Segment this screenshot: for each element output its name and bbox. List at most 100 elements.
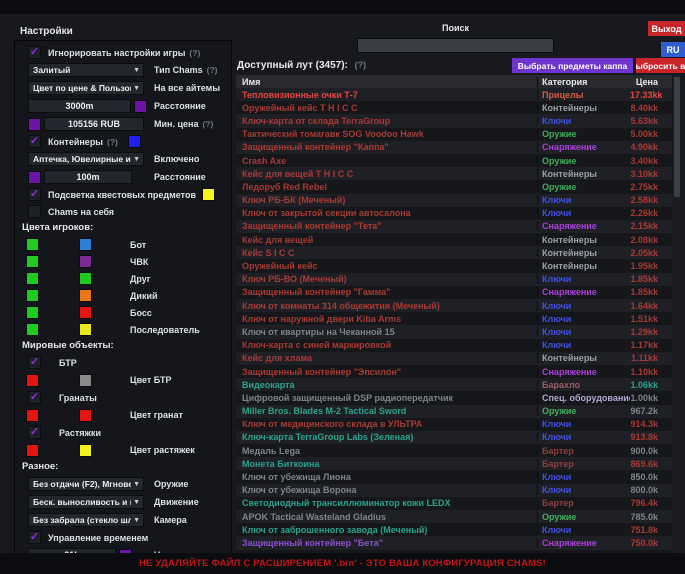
table-row[interactable]: Miller Bros. Blades M-2 Tactical SwordОр… xyxy=(236,405,672,418)
table-row[interactable]: Ключ от квартиры на Чеканной 15Ключи1.29… xyxy=(236,325,672,338)
chams-type-dropdown[interactable]: Залитый ▼ xyxy=(28,63,144,77)
player-type-color-swatch[interactable] xyxy=(79,272,92,285)
weapon-dropdown[interactable]: Без отдачи (F2), Мгновенное п ▼ xyxy=(28,477,144,491)
scrollbar[interactable] xyxy=(673,75,681,554)
btr-checkbox[interactable]: ✓ xyxy=(28,356,41,369)
player-visible-color-swatch[interactable] xyxy=(26,272,39,285)
player-visible-color-swatch[interactable] xyxy=(26,306,39,319)
grenades-color-swatch-2[interactable] xyxy=(79,409,92,422)
table-row[interactable]: Ключ-карта TerraGroup Labs (Зеленая)Ключ… xyxy=(236,431,672,444)
table-row[interactable]: Crash AxeОружие3.40kk xyxy=(236,154,672,167)
select-kappa-items-button[interactable]: Выбрать предметы каппа xyxy=(512,58,633,73)
containers-distance-color-swatch[interactable] xyxy=(28,171,41,184)
table-row[interactable]: Защищенный контейнер "Тета"Снаряжение2.1… xyxy=(236,220,672,233)
table-row[interactable]: Кейс для вещей T H I C CКонтейнеры3.10kk xyxy=(236,167,672,180)
tripwires-color-swatch-1[interactable] xyxy=(26,444,39,457)
player-type-color-swatch[interactable] xyxy=(79,306,92,319)
table-row[interactable]: APOK Tactical Wasteland GladiusОружие785… xyxy=(236,510,672,523)
player-visible-color-swatch[interactable] xyxy=(26,238,39,251)
containers-filter-dropdown[interactable]: Аптечка, Ювелирные и... ▼ xyxy=(28,152,144,166)
table-row[interactable]: Ключ от комнаты 314 общежития (Меченый)К… xyxy=(236,299,672,312)
player-visible-color-swatch[interactable] xyxy=(26,289,39,302)
min-price-color-swatch[interactable] xyxy=(28,118,41,131)
btr-color-swatch-2[interactable] xyxy=(79,374,92,387)
item-category: Бартер xyxy=(537,446,630,456)
table-row[interactable]: Тактический томагавк SOG Voodoo HawkОруж… xyxy=(236,128,672,141)
player-type-color-swatch[interactable] xyxy=(79,323,92,336)
table-row[interactable]: Защищенный контейнер "Гамма"Снаряжение1.… xyxy=(236,286,672,299)
min-price-input[interactable]: 105156 RUB xyxy=(44,117,144,131)
chams-self-checkbox[interactable]: ✓ xyxy=(28,205,41,218)
containers-color-swatch[interactable] xyxy=(128,135,141,148)
table-row[interactable]: Оружейный кейсКонтейнеры1.95kk xyxy=(236,259,672,272)
item-category: Барахло xyxy=(537,380,630,390)
table-row[interactable]: Ключ от медицинского склада в УЛЬТРАКлюч… xyxy=(236,418,672,431)
language-button[interactable]: RU xyxy=(661,42,685,57)
player-type-color-swatch[interactable] xyxy=(79,289,92,302)
camera-dropdown[interactable]: Без забрала (стекло шлема) ▼ xyxy=(28,513,144,527)
item-price: 1.10kk xyxy=(630,367,672,377)
table-row[interactable]: Ключ от убежища ЛионаКлючи850.0k xyxy=(236,470,672,483)
item-price: 3.40kk xyxy=(630,156,672,166)
column-header-name[interactable]: Имя xyxy=(236,77,537,87)
player-visible-color-swatch[interactable] xyxy=(26,255,39,268)
table-row[interactable]: Защищенный контейнер "Бета"Снаряжение750… xyxy=(236,536,672,549)
chevron-down-icon: ▼ xyxy=(133,517,140,524)
table-row[interactable]: Ключ РБ-ВО (Меченый)Ключи1.85kk xyxy=(236,273,672,286)
quest-highlight-checkbox[interactable]: ✓ xyxy=(28,188,41,201)
containers-checkbox[interactable]: ✓ xyxy=(28,135,41,148)
table-row[interactable]: Защищенный контейнер "Каппа"Снаряжение4.… xyxy=(236,141,672,154)
table-row[interactable]: Кейс для вещейКонтейнеры2.08kk xyxy=(236,233,672,246)
grenades-color-swatch-1[interactable] xyxy=(26,409,39,422)
player-visible-color-swatch[interactable] xyxy=(26,323,39,336)
table-row[interactable]: Медаль LegaБартер900.0k xyxy=(236,444,672,457)
table-row[interactable]: Кейс S I C CКонтейнеры2.05kk xyxy=(236,246,672,259)
table-row[interactable]: Ключ от наружной двери Kiba ArmsКлючи1.5… xyxy=(236,312,672,325)
containers-filter-label: Включено xyxy=(154,154,199,164)
column-header-category[interactable]: Категория xyxy=(537,77,630,87)
distance-input[interactable]: 3000m xyxy=(28,99,131,113)
item-category: Ключи xyxy=(537,327,630,337)
table-row[interactable]: Кейс для хламаКонтейнеры1.11kk xyxy=(236,352,672,365)
table-row[interactable]: Монета БиткоинаБартер869.6k xyxy=(236,457,672,470)
table-row[interactable]: Ледоруб Red RebelОружие2.75kk xyxy=(236,180,672,193)
scrollbar-thumb[interactable] xyxy=(674,77,680,197)
table-row[interactable]: Ключ от закрытой секции автосалонаКлючи2… xyxy=(236,207,672,220)
item-price: 4.90kk xyxy=(630,142,672,152)
btr-color-swatch-1[interactable] xyxy=(26,374,39,387)
search-input[interactable] xyxy=(357,38,554,53)
table-row[interactable]: Тепловизионные очки Т-7Прицелы17.33kk xyxy=(236,88,672,101)
exit-button[interactable]: Выход xyxy=(648,21,685,36)
item-name: Ледоруб Red Rebel xyxy=(236,182,537,192)
column-header-price[interactable]: Цена xyxy=(630,77,672,87)
item-price: 2.08kk xyxy=(630,235,672,245)
item-category: Ключи xyxy=(537,485,630,495)
table-row[interactable]: Ключ от заброшенного завода (Меченый)Клю… xyxy=(236,523,672,536)
quest-highlight-color-swatch[interactable] xyxy=(202,188,215,201)
drop-all-button[interactable]: Выбросить все xyxy=(636,58,685,73)
time-control-checkbox[interactable]: ✓ xyxy=(28,531,41,544)
table-row[interactable]: Светодиодный трансиллюминатор кожи LEDXБ… xyxy=(236,497,672,510)
table-row[interactable]: Оружейный кейс T H I C CКонтейнеры8.40kk xyxy=(236,101,672,114)
table-row[interactable]: ВидеокартаБарахло1.06kk xyxy=(236,378,672,391)
all-items-dropdown[interactable]: Цвет по цене & Пользователь ▼ xyxy=(28,81,144,95)
ignore-game-settings-checkbox[interactable]: ✓ xyxy=(28,46,41,59)
grenades-checkbox[interactable]: ✓ xyxy=(28,391,41,404)
movement-dropdown[interactable]: Беск. выносливость и нет уста ▼ xyxy=(28,495,144,509)
item-category: Контейнеры xyxy=(537,353,630,363)
item-price: 750.0k xyxy=(630,538,672,548)
table-row[interactable]: Ключ-карта с синей маркировкойКлючи1.17k… xyxy=(236,339,672,352)
table-row[interactable]: Защищенный контейнер "Эпсилон"Снаряжение… xyxy=(236,365,672,378)
containers-distance-input[interactable]: 100m xyxy=(44,170,132,184)
table-row[interactable]: Цифровой защищенный DSP радиопередатчикС… xyxy=(236,391,672,404)
player-type-color-swatch[interactable] xyxy=(79,255,92,268)
distance-color-swatch[interactable] xyxy=(134,100,147,113)
weapon-label: Оружие xyxy=(154,479,188,489)
tripwires-color-swatch-2[interactable] xyxy=(79,444,92,457)
player-type-color-swatch[interactable] xyxy=(79,238,92,251)
table-row[interactable]: Ключ РБ-БК (Меченый)Ключи2.58kk xyxy=(236,194,672,207)
table-row[interactable]: Ключ-карта от склада TerraGroupКлючи5.63… xyxy=(236,114,672,127)
tripwires-checkbox[interactable]: ✓ xyxy=(28,426,41,439)
min-price-row: 105156 RUB Мин. цена (?) xyxy=(28,117,227,131)
table-row[interactable]: Ключ от убежища ВоронаКлючи800.0k xyxy=(236,484,672,497)
